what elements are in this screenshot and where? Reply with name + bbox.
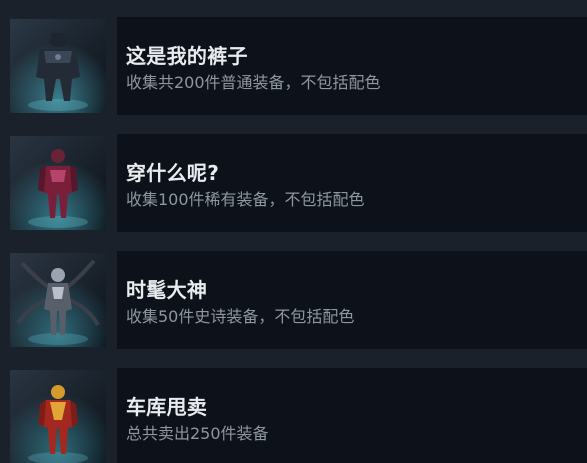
- dark-armored-hero-icon: [10, 19, 106, 113]
- achievement-panel: 穿什么呢? 收集100件稀有装备，不包括配色: [117, 134, 587, 232]
- achievement-description: 收集共200件普通装备，不包括配色: [126, 73, 381, 92]
- achievement-row[interactable]: 这是我的裤子 收集共200件普通装备，不包括配色: [0, 17, 587, 115]
- achievement-row[interactable]: 穿什么呢? 收集100件稀有装备，不包括配色: [0, 134, 587, 232]
- achievement-title: 时髦大神: [126, 278, 208, 302]
- achievement-panel: 时髦大神 收集50件史诗装备，不包括配色: [117, 251, 587, 349]
- achievement-panel: 这是我的裤子 收集共200件普通装备，不包括配色: [117, 17, 587, 115]
- achievement-description: 总共卖出250件装备: [126, 424, 269, 443]
- achievement-description: 收集50件史诗装备，不包括配色: [126, 307, 355, 326]
- achievement-row[interactable]: 时髦大神 收集50件史诗装备，不包括配色: [0, 251, 587, 349]
- achievement-list: 这是我的裤子 收集共200件普通装备，不包括配色 穿什么呢? 收集100件稀有装…: [0, 0, 587, 463]
- achievement-title: 车库甩卖: [126, 395, 208, 419]
- gold-red-speedster-icon: [10, 370, 106, 463]
- achievement-panel: 车库甩卖 总共卖出250件装备: [117, 368, 587, 463]
- tentacled-villain-icon: [10, 253, 106, 347]
- red-suited-hero-icon: [10, 136, 106, 230]
- achievement-title: 穿什么呢?: [126, 161, 220, 185]
- achievement-description: 收集100件稀有装备，不包括配色: [126, 190, 365, 209]
- achievement-title: 这是我的裤子: [126, 44, 248, 68]
- achievement-row[interactable]: 车库甩卖 总共卖出250件装备: [0, 368, 587, 463]
